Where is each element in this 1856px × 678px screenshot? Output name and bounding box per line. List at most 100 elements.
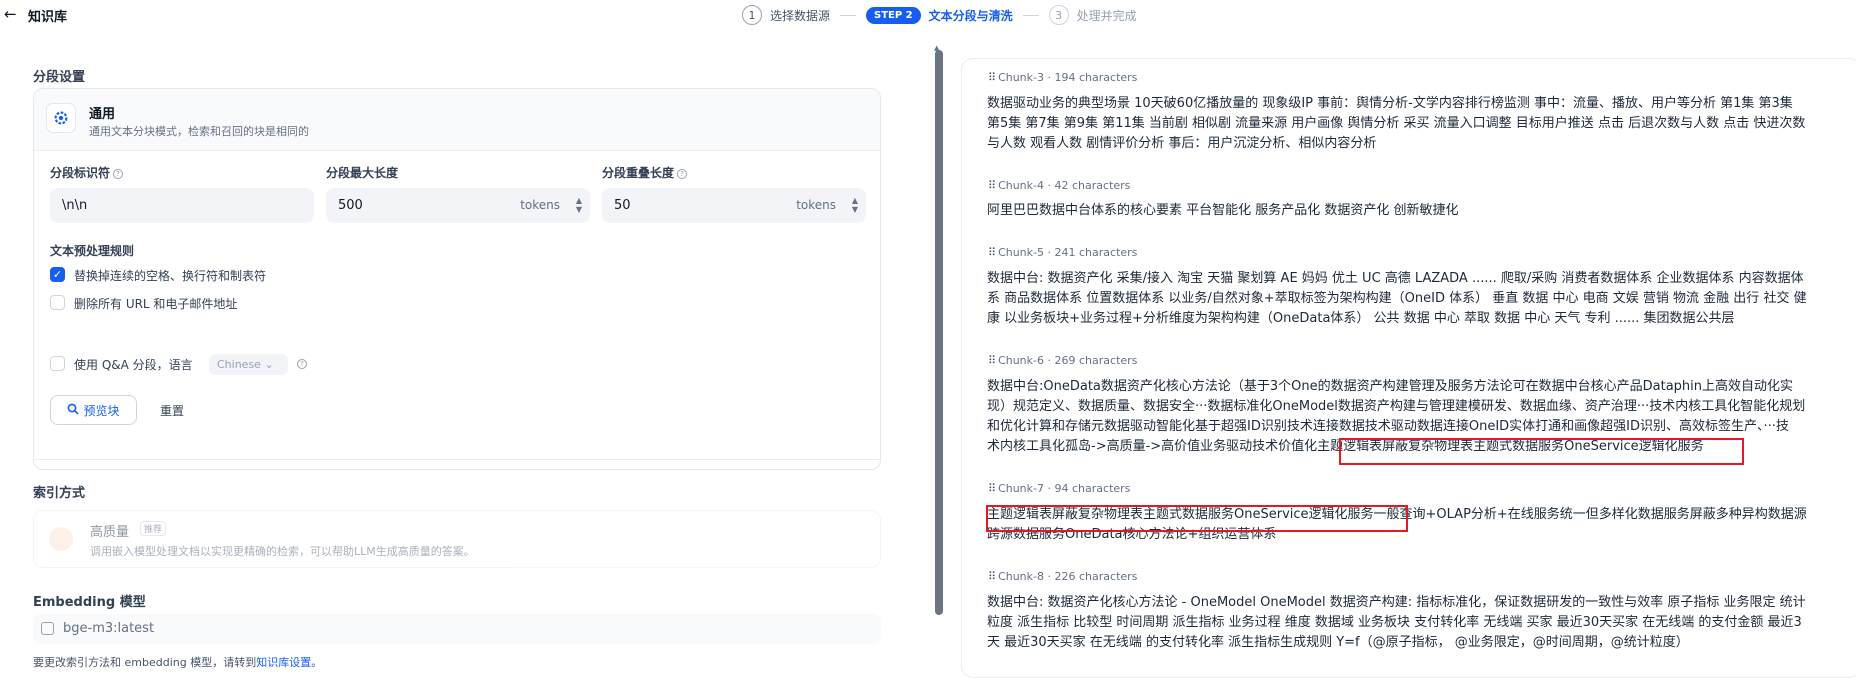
chunk-line: 数据中台:OneData数据资产化核心方法论（基于3个One的数据资产构建管理及… [987,379,1794,394]
grip-icon: ⠿ [988,71,996,84]
chunk-header: ⠿ Chunk-5 · 241 characters [988,246,1138,259]
back-arrow-icon[interactable]: ← [4,5,17,23]
chunk-char-count: 42 characters [1054,179,1131,192]
step-1-number: 1 [742,5,762,25]
chunk-char-count: 94 characters [1054,482,1131,495]
remove-urls-label: 删除所有 URL 和电子邮件地址 [74,297,238,311]
grip-icon: ⠿ [988,179,996,192]
chunk-char-count: 226 characters [1054,570,1138,583]
max-length-label: 分段最大长度 [326,166,399,180]
max-length-unit: tokens [520,198,560,212]
chunk-header: ⠿ Chunk-4 · 42 characters [988,179,1131,192]
settings-gear-icon [46,103,76,133]
chunk-line: 数据驱动业务的典型场景 10天破60亿播放量的 现象级IP 事前：舆情分析-文学… [987,96,1793,111]
chunk-char-count: 194 characters [1054,71,1138,84]
embedding-model-field: bge-m3:latest [33,614,881,644]
hq-title: 高质量 [90,525,130,540]
chevron-down-icon: ⌄ [264,358,274,371]
mode-description: 通用文本分块模式，检索和召回的块是相同的 [89,125,309,138]
chunk-id: Chunk-8 [998,570,1044,583]
chunk-line: 和优化计算和存储元数据驱动智能化基于超强ID识别技术连接数据技术驱动数据连接On… [987,419,1789,434]
grip-icon: ⠿ [988,246,996,259]
chunk-content: 数据驱动业务的典型场景 10天破60亿播放量的 现象级IP 事前：舆情分析-文学… [987,94,1856,154]
highlight-box [1339,438,1744,465]
separator-input[interactable]: \n\n [50,188,314,223]
recommended-badge: 推荐 [140,521,167,536]
chunk-id: Chunk-5 [998,246,1044,259]
info-icon[interactable]: ? [113,168,124,179]
chunk-line: 天 最近30天买家 在无线端 的支付转化率 派生指标生成规则 Y=f（@原子指标… [987,635,1689,650]
chunk-header: ⠿ Chunk-7 · 94 characters [988,482,1131,495]
chunk-line: 系 商品数据体系 位置数据体系 以业务/自然对象+萃取标签为架构构建（OneID… [987,291,1807,306]
search-icon [67,403,80,418]
kb-settings-link[interactable]: 知识库设置。 [256,656,322,669]
stepper-arrows-icon[interactable]: ▲ ▼ [576,196,582,214]
chunk-id: Chunk-6 [998,354,1044,367]
high-quality-option[interactable]: 高质量 推荐 调用嵌入模型处理文档以实现更精确的检索，可以帮助LLM生成高质量的… [33,510,881,568]
chunk-content: 数据中台: 数据资产化核心方法论 - OneModel OneModel 数据资… [987,593,1856,653]
preprocess-title: 文本预处理规则 [50,244,135,258]
chunk-line: 数据中台: 数据资产化 采集/接入 淘宝 天猫 聚划算 AE 妈妈 优土 UC … [987,271,1804,286]
embedding-section-title: Embedding 模型 [33,595,146,610]
language-select[interactable]: Chinese ⌄ [209,354,288,375]
overlap-input[interactable]: 50 tokens ▲ ▼ [602,188,866,223]
chunk-char-count: 241 characters [1054,246,1138,259]
chunk-line: 第5集 第7集 第9集 第11集 当前剧 相似剧 流量来源 用户画像 舆情分析 … [987,116,1806,131]
step-2-label: 文本分段与清洗 [928,8,1013,23]
divider [33,459,881,460]
chunk-header: ⠿ Chunk-8 · 226 characters [988,570,1138,583]
chunk-line: 与人数 观看人数 剧情评价分析 事后：用户沉淀分析、相似内容分析 [987,136,1377,151]
chunk-char-count: 269 characters [1054,354,1138,367]
chunk-line: 阿里巴巴数据中台体系的核心要素 平台智能化 服务产品化 数据资产化 创新敏捷化 [987,203,1459,218]
chunk-header: ⠿ Chunk-3 · 194 characters [988,71,1138,84]
step-2-badge: STEP 2 [866,6,921,24]
highlight-box [986,505,1408,532]
step-connector [840,14,857,16]
mode-header: 通用 通用文本分块模式，检索和召回的块是相同的 [34,89,880,151]
chunk-line: 数据中台: 数据资产化核心方法论 - OneModel OneModel 数据资… [987,595,1806,610]
chunk-line: 粒度 派生指标 比较型 时间周期 派生指标 业务过程 维度 数据域 业务板块 支… [987,615,1802,630]
step-3-label: 处理并完成 [1076,8,1137,23]
language-value: Chinese [217,358,261,371]
embedding-note: 要更改索引方法和 embedding 模型，请转到知识库设置。 [33,654,322,670]
remove-urls-checkbox[interactable] [50,295,65,310]
info-icon[interactable]: ? [297,359,307,369]
chunk-id: Chunk-4 [998,179,1044,192]
overlap-unit: tokens [796,198,836,212]
max-length-value: 500 [338,198,363,213]
page-title: 知识库 [28,10,68,25]
chunk-content: 阿里巴巴数据中台体系的核心要素 平台智能化 服务产品化 数据资产化 创新敏捷化 [987,201,1856,221]
step-1-label: 选择数据源 [770,8,831,23]
qa-segment-checkbox[interactable] [50,356,65,371]
preview-button[interactable]: 预览块 [50,395,137,425]
embedding-note-text: 要更改索引方法和 embedding 模型，请转到 [33,656,257,669]
stepper-arrows-icon[interactable]: ▲ ▼ [852,196,858,214]
qa-segment-label: 使用 Q&A 分段，语言 [74,358,193,372]
max-length-input[interactable]: 500 tokens ▲ ▼ [326,188,590,223]
grip-icon: ⠿ [988,482,996,495]
overlap-label: 分段重叠长度? [602,164,688,181]
chunk-line: 现）规范定义、数据质量、数据安全···数据标准化OneModel数据资产构建与管… [987,399,1806,414]
chunk-id: Chunk-7 [998,482,1044,495]
scrollbar-thumb[interactable] [935,50,943,615]
separator-label-text: 分段标识符 [50,166,111,180]
segment-section-title: 分段设置 [33,70,86,85]
overlap-label-text: 分段重叠长度 [602,166,675,180]
step-3-number: 3 [1048,5,1069,25]
replace-whitespace-checkbox[interactable]: ✓ [50,267,65,282]
reset-button[interactable]: 重置 [160,402,184,419]
chunk-header: ⠿ Chunk-6 · 269 characters [988,354,1138,367]
chunk-id: Chunk-3 [998,71,1044,84]
quality-icon [49,527,73,551]
replace-whitespace-label: 替换掉连续的空格、换行符和制表符 [74,269,267,283]
chunk-line: 康 以业务板块+业务过程+分析维度为架构构建（OneData体系） 公共 数据 … [987,311,1735,326]
stepper: 1 选择数据源 STEP 2 文本分段与清洗 3 处理并完成 [742,4,1137,26]
info-icon[interactable]: ? [677,168,688,179]
index-section-title: 索引方式 [33,486,86,501]
chunk-preview-panel: ⠿ Chunk-3 · 194 characters 数据驱动业务的典型场景 10… [961,58,1856,678]
preview-button-label: 预览块 [83,403,120,418]
embedding-model-value: bge-m3:latest [63,621,155,636]
hq-description: 调用嵌入模型处理文档以实现更精确的检索，可以帮助LLM生成高质量的答案。 [90,545,475,558]
grip-icon: ⠿ [988,570,996,583]
mode-title: 通用 [89,107,116,122]
